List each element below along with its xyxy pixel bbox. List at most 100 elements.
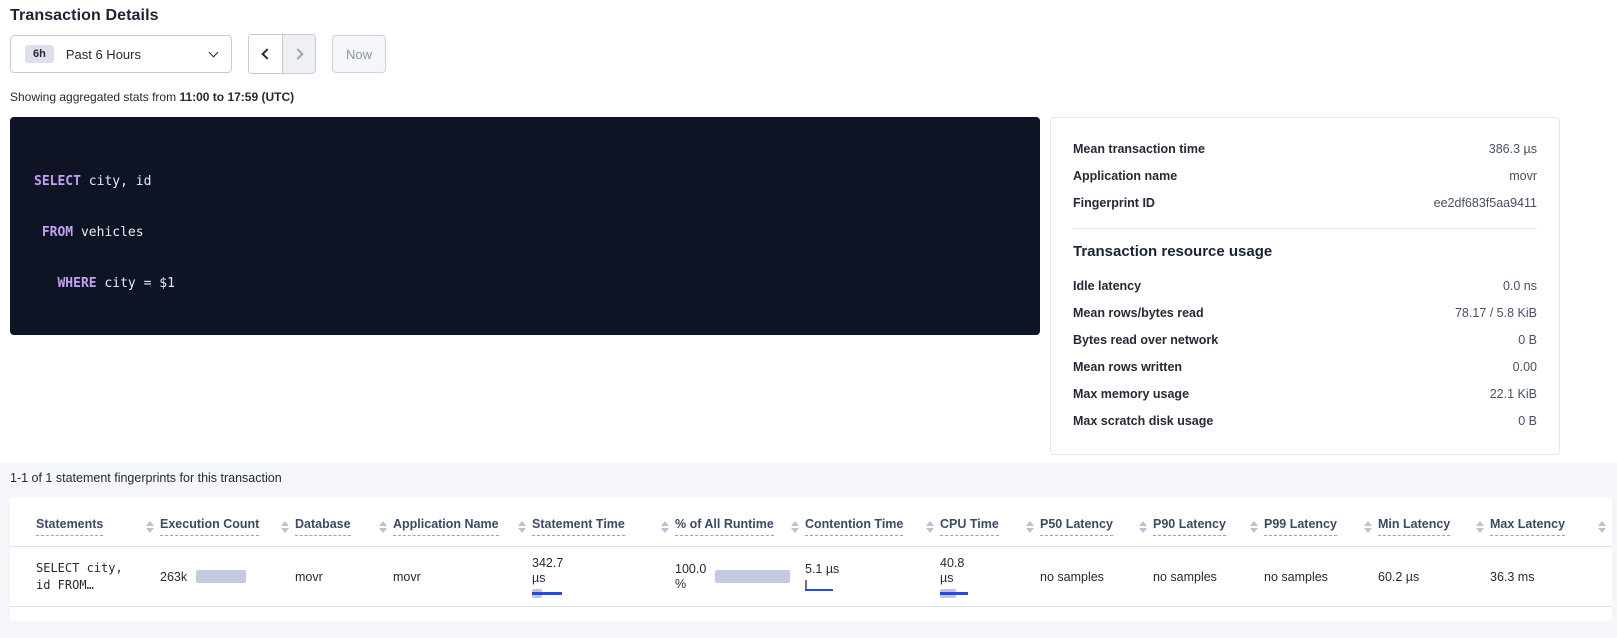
sql-line: FROM vehicles <box>34 224 1016 241</box>
statement-time-unit: µs <box>532 571 669 586</box>
statement-time-cell: 342.7 µs <box>532 547 675 607</box>
sort-icon[interactable] <box>518 521 526 533</box>
sort-icon[interactable] <box>1026 521 1034 533</box>
summary-row-mean-rows-bytes-read: Mean rows/bytes read 78.17 / 5.8 KiB <box>1073 299 1537 326</box>
column-header-max-latency[interactable]: Max Latency <box>1490 497 1612 547</box>
summary-value: movr <box>1509 169 1537 183</box>
sort-icon[interactable] <box>1139 521 1147 533</box>
summary-value: 0 B <box>1518 414 1537 428</box>
column-header-database[interactable]: Database <box>295 497 393 547</box>
sort-icon[interactable] <box>1250 521 1258 533</box>
sql-line: SELECT city, id <box>34 173 1016 190</box>
column-header-application-name[interactable]: Application Name <box>393 497 532 547</box>
execution-count-bar <box>196 570 246 583</box>
column-label: % of All Runtime <box>675 517 774 536</box>
column-header-cpu-time[interactable]: CPU Time <box>940 497 1040 547</box>
contention-time-cell: 5.1 µs <box>805 547 940 607</box>
time-range-dropdown[interactable]: 6h Past 6 Hours <box>10 35 232 73</box>
column-label: Contention Time <box>805 517 903 536</box>
sql-text: city, id <box>81 174 151 189</box>
summary-label: Mean transaction time <box>1073 142 1205 156</box>
summary-row-application-name: Application name movr <box>1073 162 1537 189</box>
execution-count-value: 263k <box>160 570 187 584</box>
p99-latency-cell: no samples <box>1264 547 1378 607</box>
sort-icon[interactable] <box>926 521 934 533</box>
column-label: Statement Time <box>532 517 625 536</box>
summary-value: 78.17 / 5.8 KiB <box>1455 306 1537 320</box>
statement-time-bar <box>532 589 582 598</box>
column-label: P50 Latency <box>1040 517 1113 536</box>
column-label: Database <box>295 517 351 536</box>
chevron-right-icon <box>292 48 303 59</box>
summary-value: 0.00 <box>1513 360 1537 374</box>
summary-label: Mean rows/bytes read <box>1073 306 1204 320</box>
aggregated-stats-line: Showing aggregated stats from 11:00 to 1… <box>10 90 1617 104</box>
sort-icon[interactable] <box>379 521 387 533</box>
runtime-bar <box>715 570 790 583</box>
sort-icon[interactable] <box>661 521 669 533</box>
column-header-statements[interactable]: Statements <box>10 497 160 547</box>
next-range-button[interactable] <box>282 35 315 73</box>
statement-time-value: 342.7 <box>532 556 669 571</box>
summary-label: Max memory usage <box>1073 387 1189 401</box>
cpu-time-value: 40.8 <box>940 556 1034 571</box>
summary-row-idle-latency: Idle latency 0.0 ns <box>1073 272 1537 299</box>
time-controls: 6h Past 6 Hours Now <box>10 34 1617 74</box>
table-header-row: Statements Execution Count Database Applica… <box>10 497 1612 547</box>
sql-line: WHERE city = $1 <box>34 275 1016 292</box>
column-header-p50-latency[interactable]: P50 Latency <box>1040 497 1153 547</box>
sql-keyword: WHERE <box>57 276 96 291</box>
time-step-buttons <box>248 34 316 74</box>
summary-row-mean-transaction-time: Mean transaction time 386.3 µs <box>1073 135 1537 162</box>
column-header-of-all-runtime[interactable]: % of All Runtime <box>675 497 805 547</box>
sort-icon[interactable] <box>791 521 799 533</box>
sort-icon[interactable] <box>1476 521 1484 533</box>
fingerprint-count-text: 1-1 of 1 statement fingerprints for this… <box>10 471 1612 485</box>
sort-icon[interactable] <box>281 521 289 533</box>
column-label: Application Name <box>393 517 499 536</box>
column-header-p99-latency[interactable]: P99 Latency <box>1264 497 1378 547</box>
statement-cell: SELECT city, id FROM… <box>10 547 160 607</box>
database-cell: movr <box>295 547 393 607</box>
cpu-time-bar <box>940 589 980 598</box>
column-header-statement-time[interactable]: Statement Time <box>532 497 675 547</box>
column-header-execution-count[interactable]: Execution Count <box>160 497 295 547</box>
statement-link[interactable]: SELECT city, id FROM… <box>36 560 154 594</box>
top-section: Transaction Details 6h Past 6 Hours Now … <box>0 0 1617 463</box>
sql-text: vehicles <box>73 225 143 240</box>
sort-icon[interactable] <box>1364 521 1372 533</box>
summary-row-fingerprint-id: Fingerprint ID ee2df683f5aa9411 <box>1073 189 1537 216</box>
column-header-min-latency[interactable]: Min Latency <box>1378 497 1490 547</box>
p90-latency-cell: no samples <box>1153 547 1264 607</box>
column-header-contention-time[interactable]: Contention Time <box>805 497 940 547</box>
chevron-down-icon <box>209 47 219 57</box>
now-button[interactable]: Now <box>332 35 386 73</box>
execution-count-cell: 263k <box>160 547 295 607</box>
sort-icon[interactable] <box>146 521 154 533</box>
column-label: Max Latency <box>1490 517 1565 536</box>
column-label: Min Latency <box>1378 517 1450 536</box>
summary-label: Max scratch disk usage <box>1073 414 1213 428</box>
summary-label: Idle latency <box>1073 279 1141 293</box>
summary-value: 0 B <box>1518 333 1537 347</box>
column-label: Statements <box>36 517 103 536</box>
column-label: P99 Latency <box>1264 517 1337 536</box>
summary-value: ee2df683f5aa9411 <box>1434 196 1537 210</box>
stats-range: 11:00 to 17:59 (UTC) <box>179 90 294 104</box>
column-header-p90-latency[interactable]: P90 Latency <box>1153 497 1264 547</box>
summary-label: Fingerprint ID <box>1073 196 1155 210</box>
sort-icon[interactable] <box>1598 521 1606 533</box>
summary-label: Bytes read over network <box>1073 333 1218 347</box>
runtime-value: 100.0 <box>675 562 706 577</box>
previous-range-button[interactable] <box>249 35 282 73</box>
contention-time-bar <box>805 580 845 591</box>
column-label: CPU Time <box>940 517 999 536</box>
transaction-summary-card: Mean transaction time 386.3 µs Applicati… <box>1050 117 1560 455</box>
summary-value: 22.1 KiB <box>1490 387 1537 401</box>
summary-row-bytes-read-over-network: Bytes read over network 0 B <box>1073 326 1537 353</box>
cpu-time-unit: µs <box>940 571 1034 586</box>
runtime-percent-cell: 100.0 % <box>675 547 805 607</box>
application-name-cell: movr <box>393 547 532 607</box>
column-label: Execution Count <box>160 517 259 536</box>
cpu-time-cell: 40.8 µs <box>940 547 1040 607</box>
